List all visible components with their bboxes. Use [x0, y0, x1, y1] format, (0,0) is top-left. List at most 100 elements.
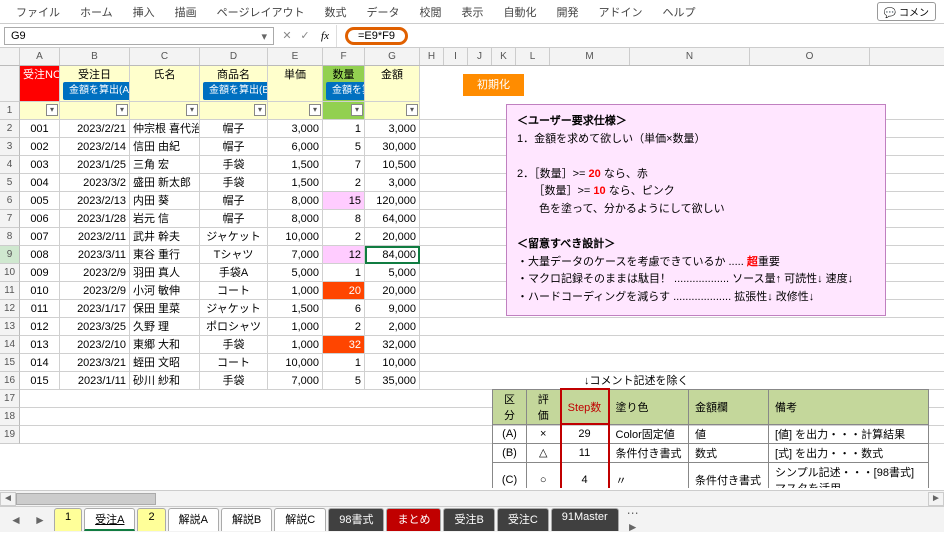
cell[interactable]: 1,000: [268, 336, 323, 354]
cell[interactable]: 値: [689, 424, 769, 443]
cell[interactable]: 12: [323, 246, 365, 264]
cell[interactable]: 32,000: [365, 336, 420, 354]
cell[interactable]: Tシャツ: [200, 246, 268, 264]
sheet-tab[interactable]: 2: [137, 508, 165, 531]
header-cell[interactable]: 受注NO: [20, 66, 60, 102]
cell[interactable]: 29: [561, 424, 609, 443]
row-header[interactable]: 11: [0, 282, 20, 300]
cell[interactable]: 2023/1/11: [60, 372, 130, 390]
header-cell[interactable]: 受注日金額を算出(A): [60, 66, 130, 102]
cell[interactable]: 数式: [689, 443, 769, 462]
cell[interactable]: 32: [323, 336, 365, 354]
cell[interactable]: 条件付き書式: [689, 462, 769, 488]
cell[interactable]: 1,500: [268, 156, 323, 174]
cell[interactable]: 3,000: [268, 120, 323, 138]
sheet-tab[interactable]: 解説B: [221, 508, 272, 531]
calc-b-button[interactable]: 金額を算出(B): [203, 82, 268, 100]
cell[interactable]: 帽子: [200, 120, 268, 138]
cell[interactable]: 010: [20, 282, 60, 300]
ribbon-tab[interactable]: 開発: [548, 2, 586, 22]
ribbon-tab[interactable]: データ: [358, 2, 407, 22]
cell[interactable]: 8: [323, 210, 365, 228]
cell[interactable]: 小河 敏伸: [130, 282, 200, 300]
cell[interactable]: ▾: [365, 102, 420, 120]
cell[interactable]: 5: [323, 372, 365, 390]
row-header[interactable]: 12: [0, 300, 20, 318]
cell[interactable]: 2023/3/2: [60, 174, 130, 192]
cell[interactable]: 003: [20, 156, 60, 174]
cell[interactable]: 2023/1/28: [60, 210, 130, 228]
cell[interactable]: 10,000: [365, 354, 420, 372]
sheet-tab[interactable]: 1: [54, 508, 82, 531]
cell[interactable]: 5,000: [365, 264, 420, 282]
ribbon-tab[interactable]: ヘルプ: [654, 2, 703, 22]
row-header[interactable]: 10: [0, 264, 20, 282]
cell[interactable]: 30,000: [365, 138, 420, 156]
cell[interactable]: 1: [323, 264, 365, 282]
calc-a-button[interactable]: 金額を算出(A): [63, 82, 130, 100]
sheet-tab[interactable]: 解説A: [168, 508, 219, 531]
cell[interactable]: コート: [200, 354, 268, 372]
scroll-thumb[interactable]: [16, 493, 156, 505]
cell[interactable]: 5: [323, 138, 365, 156]
cell[interactable]: ▾: [323, 102, 365, 120]
filter-icon[interactable]: ▾: [116, 104, 128, 116]
row-header[interactable]: 13: [0, 318, 20, 336]
filter-icon[interactable]: ▾: [254, 104, 266, 116]
cell[interactable]: 2023/3/11: [60, 246, 130, 264]
col-header[interactable]: G: [365, 48, 420, 65]
col-header[interactable]: J: [468, 48, 492, 65]
cell[interactable]: 10,500: [365, 156, 420, 174]
sheet-tab[interactable]: 受注C: [497, 508, 549, 531]
row-header[interactable]: 6: [0, 192, 20, 210]
col-header[interactable]: F: [323, 48, 365, 65]
formula-input[interactable]: =E9*F9: [336, 25, 944, 47]
ribbon-tab[interactable]: 挿入: [125, 2, 163, 22]
cell[interactable]: 4: [561, 462, 609, 488]
ribbon-tab[interactable]: 校閲: [411, 2, 449, 22]
ribbon-tab[interactable]: ホーム: [72, 2, 121, 22]
cell[interactable]: 001: [20, 120, 60, 138]
cell[interactable]: 15: [323, 192, 365, 210]
cell[interactable]: 1: [323, 120, 365, 138]
header-cell[interactable]: 商品名金額を算出(B): [200, 66, 268, 102]
filter-icon[interactable]: ▾: [351, 104, 363, 116]
cell[interactable]: 3,000: [365, 120, 420, 138]
col-header[interactable]: A: [20, 48, 60, 65]
cell[interactable]: 仲宗根 喜代治: [130, 120, 200, 138]
filter-icon[interactable]: ▾: [406, 104, 418, 116]
cell[interactable]: 条件付き書式: [609, 443, 689, 462]
cell[interactable]: 2023/2/13: [60, 192, 130, 210]
cell[interactable]: 20,000: [365, 228, 420, 246]
row-header[interactable]: 8: [0, 228, 20, 246]
cell[interactable]: ▾: [130, 102, 200, 120]
cell[interactable]: 011: [20, 300, 60, 318]
cell[interactable]: 35,000: [365, 372, 420, 390]
ribbon-tab[interactable]: 自動化: [495, 2, 544, 22]
cell[interactable]: 帽子: [200, 138, 268, 156]
cell[interactable]: 84,000: [365, 246, 420, 264]
cell[interactable]: 2023/2/14: [60, 138, 130, 156]
cell[interactable]: [式] を出力・・・数式: [769, 443, 929, 462]
cell[interactable]: 2023/1/25: [60, 156, 130, 174]
row-header[interactable]: 16: [0, 372, 20, 390]
cell[interactable]: 手袋: [200, 372, 268, 390]
sheet-tab[interactable]: まとめ: [386, 508, 441, 531]
cell[interactable]: 砂川 紗和: [130, 372, 200, 390]
cell[interactable]: ▾: [268, 102, 323, 120]
sheet-tab[interactable]: 91Master: [551, 508, 619, 531]
col-header[interactable]: O: [750, 48, 870, 65]
col-header[interactable]: D: [200, 48, 268, 65]
cell[interactable]: 10,000: [268, 228, 323, 246]
ribbon-tab[interactable]: 表示: [453, 2, 491, 22]
cell[interactable]: 20: [323, 282, 365, 300]
col-header[interactable]: C: [130, 48, 200, 65]
cell[interactable]: 7,000: [268, 372, 323, 390]
cell[interactable]: 武井 幹夫: [130, 228, 200, 246]
cell[interactable]: 3,000: [365, 174, 420, 192]
cell[interactable]: 初期化: [420, 66, 944, 102]
row-header[interactable]: 15: [0, 354, 20, 372]
cell[interactable]: 012: [20, 318, 60, 336]
cell[interactable]: 2023/1/17: [60, 300, 130, 318]
scroll-left-icon[interactable]: ◄: [0, 492, 16, 506]
